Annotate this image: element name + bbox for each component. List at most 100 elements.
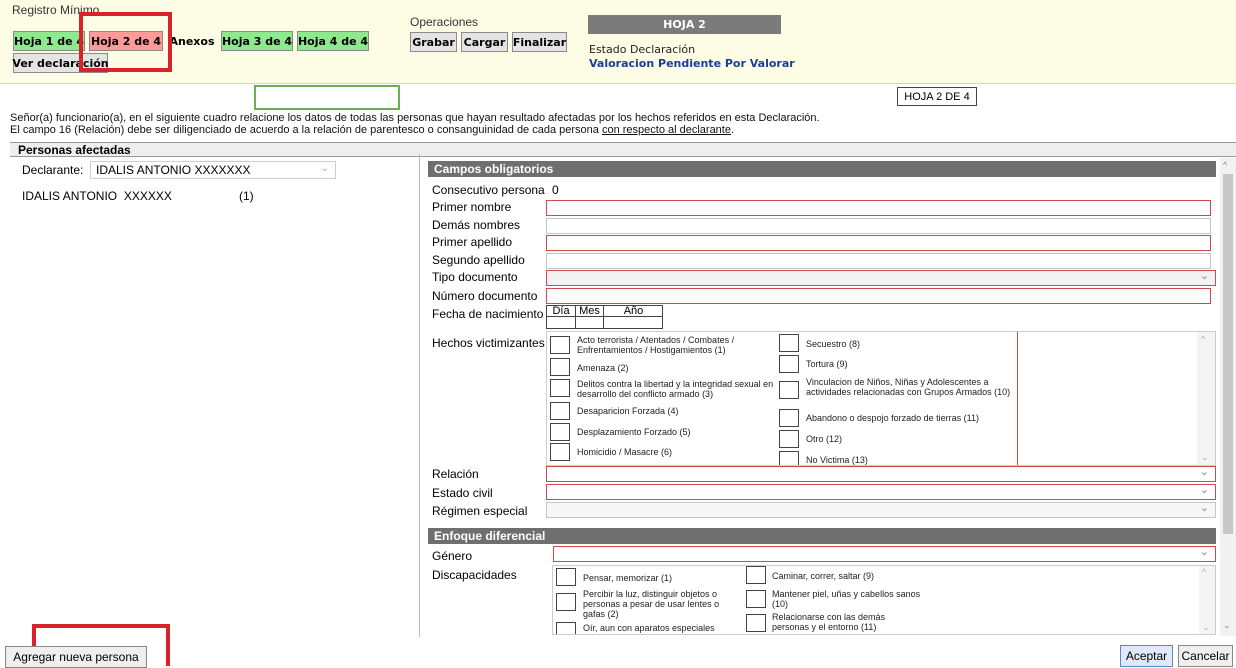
relacion-label: Relación (432, 467, 479, 481)
hecho-checkbox-11[interactable] (779, 409, 799, 427)
segundo-apellido-input[interactable] (546, 253, 1211, 269)
relacion-select[interactable]: ⌄ (546, 466, 1216, 482)
hecho-checkbox-12[interactable] (779, 430, 799, 448)
hecho-checkbox-4[interactable] (550, 402, 570, 420)
hecho-checkbox-2[interactable] (550, 358, 570, 376)
hecho-label-13: No Victima (13) (806, 455, 868, 465)
scroll-down-icon[interactable]: ⌄ (1201, 452, 1209, 463)
disc-scrollbar[interactable]: ^ ⌄ (1199, 566, 1215, 634)
dia-header: Día (547, 306, 576, 317)
ano-input[interactable] (604, 317, 663, 329)
disc-label-3: Oír, aun con aparatos especiales (583, 623, 715, 633)
consecutivo-label: Consecutivo persona (432, 183, 545, 197)
disc-checkbox-3[interactable] (556, 622, 576, 634)
hecho-label-2: Amenaza (2) (577, 363, 629, 373)
hecho-label-9: Tortura (9) (806, 359, 848, 369)
hechos-scrollbar[interactable]: ^ ⌄ (1197, 332, 1215, 465)
hoja-indicator: HOJA 2 DE 4 (897, 87, 977, 106)
hecho-checkbox-9[interactable] (779, 355, 799, 373)
disc-label-9: Caminar, correr, saltar (9) (772, 571, 875, 581)
chevron-down-icon: ⌄ (1199, 466, 1209, 478)
hecho-checkbox-6[interactable] (550, 443, 570, 461)
tab-hoja-1[interactable]: Hoja 1 de 4 (13, 31, 85, 51)
disc-label-10: Mantener piel, uñas y cabellos sanos (10… (772, 589, 921, 609)
primer-apellido-label: Primer apellido (432, 235, 513, 249)
person-name: IDALIS ANTONIO (22, 189, 118, 203)
personas-left-panel (10, 154, 420, 637)
mes-input[interactable] (576, 317, 604, 329)
primer-nombre-label: Primer nombre (432, 200, 512, 214)
discapacidades-label: Discapacidades (432, 568, 517, 582)
instruction-link[interactable]: con respecto al declarante (602, 124, 731, 136)
hoja-banner: HOJA 2 (588, 15, 781, 34)
form-scrollbar[interactable]: ^ ⌄ (1220, 158, 1236, 636)
ano-header: Año (604, 306, 663, 317)
highlight-box-green (254, 85, 400, 110)
cancelar-button[interactable]: Cancelar (1178, 645, 1233, 667)
hecho-label-3: Delitos contra la libertad y la integrid… (577, 379, 774, 399)
disc-checkbox-9[interactable] (746, 566, 766, 584)
declarante-select[interactable]: IDALIS ANTONIO XXXXXXX ⌄ (90, 161, 336, 179)
hecho-label-1: Acto terrorista / Atentados / Combates /… (577, 335, 735, 355)
hechos-divider (1017, 332, 1018, 465)
grabar-button[interactable]: Grabar (410, 32, 457, 52)
scroll-down-icon[interactable]: ⌄ (1223, 620, 1231, 631)
disc-checkbox-10[interactable] (746, 590, 766, 608)
hecho-checkbox-8[interactable] (779, 334, 799, 352)
hecho-label-6: Homicidio / Masacre (6) (577, 447, 673, 457)
chevron-down-icon: ⌄ (1199, 546, 1209, 558)
tab-anexos[interactable]: Anexos (168, 31, 216, 51)
tab-hoja-4[interactable]: Hoja 4 de 4 (297, 31, 369, 51)
tab-hoja-3[interactable]: Hoja 3 de 4 (221, 31, 293, 51)
hecho-label-4: Desaparicion Forzada (4) (577, 406, 679, 416)
hecho-checkbox-13[interactable] (779, 451, 799, 465)
hecho-checkbox-5[interactable] (550, 423, 570, 441)
primer-nombre-input[interactable] (546, 200, 1211, 216)
genero-select[interactable]: ⌄ (553, 546, 1216, 562)
numero-documento-input[interactable] (546, 288, 1211, 304)
cargar-button[interactable]: Cargar (461, 32, 508, 52)
tipo-documento-label: Tipo documento (432, 270, 518, 284)
hechos-checkbox-list: ^ ⌄ Acto terrorista / Atentados / Combat… (546, 331, 1216, 466)
mes-header: Mes (576, 306, 604, 317)
estado-civil-select[interactable]: ⌄ (546, 484, 1216, 500)
agregar-persona-button[interactable]: Agregar nueva persona (5, 646, 147, 668)
demas-nombres-label: Demás nombres (432, 218, 521, 232)
estado-value: Valoracion Pendiente Por Valorar (589, 57, 795, 70)
regimen-especial-label: Régimen especial (432, 504, 528, 518)
regimen-especial-select[interactable]: ⌄ (546, 502, 1216, 518)
disc-label-11: Relacionarse con las demás personas y el… (772, 612, 886, 632)
finalizar-button[interactable]: Finalizar (512, 32, 567, 52)
hecho-checkbox-10[interactable] (779, 381, 799, 399)
hecho-checkbox-3[interactable] (550, 379, 570, 397)
scroll-down-icon[interactable]: ⌄ (1202, 622, 1210, 633)
enfoque-title: Enfoque diferencial (428, 528, 1216, 544)
scroll-thumb[interactable] (1223, 174, 1233, 534)
hechos-label: Hechos victimizantes (432, 336, 545, 350)
instruction-line-2: El campo 16 (Relación) debe ser diligenc… (10, 124, 734, 136)
consecutivo-value: 0 (552, 183, 559, 197)
disc-label-2: Percibir la luz, distinguir objetos o pe… (583, 589, 720, 619)
scroll-up-icon[interactable]: ^ (1201, 334, 1205, 344)
header-bar: Registro Mínimo Hoja 1 de 4 Hoja 2 de 4 … (0, 0, 1236, 84)
hecho-checkbox-1[interactable] (550, 336, 570, 354)
dia-input[interactable] (547, 317, 576, 329)
scroll-up-icon[interactable]: ^ (1223, 160, 1227, 170)
operaciones-label: Operaciones (410, 15, 479, 29)
instruction-line-1: Señor(a) funcionario(a), en el siguiente… (10, 112, 820, 124)
chevron-down-icon: ⌄ (320, 163, 329, 174)
person-surname: XXXXXX (123, 189, 172, 203)
disc-checkbox-2[interactable] (556, 593, 576, 611)
estado-label: Estado Declaración (589, 43, 696, 56)
segundo-apellido-label: Segundo apellido (432, 253, 525, 267)
tipo-documento-select[interactable]: ⌄ (546, 270, 1216, 286)
scroll-up-icon[interactable]: ^ (1202, 567, 1206, 577)
instruction-text: El campo 16 (Relación) debe ser diligenc… (10, 124, 602, 136)
chevron-down-icon: ⌄ (1199, 502, 1209, 514)
disc-checkbox-11[interactable] (746, 614, 766, 632)
person-list-item[interactable]: IDALIS ANTONIO XXXXXX (22, 189, 172, 203)
aceptar-button[interactable]: Aceptar (1120, 645, 1173, 667)
primer-apellido-input[interactable] (546, 235, 1211, 251)
disc-checkbox-1[interactable] (556, 568, 576, 586)
demas-nombres-input[interactable] (546, 218, 1211, 234)
